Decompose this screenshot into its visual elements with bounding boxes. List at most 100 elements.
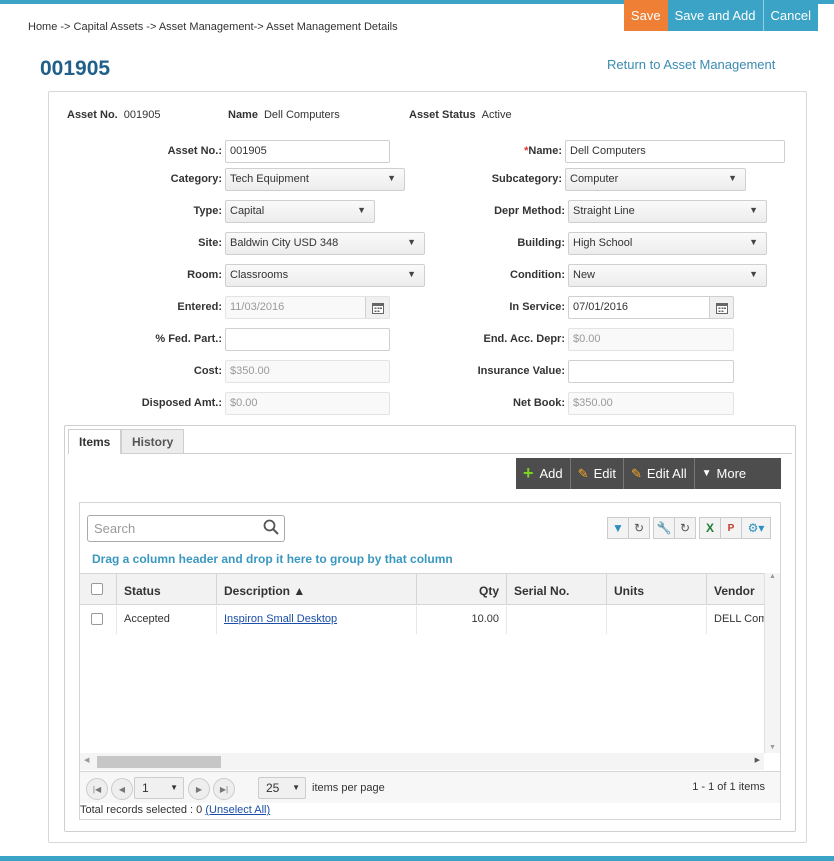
summary-name-label: Name — [228, 109, 258, 121]
chevron-down-icon: ▼ — [749, 237, 758, 247]
more-label: More — [716, 466, 747, 481]
summary-status-label: Asset Status — [409, 109, 476, 121]
chevron-down-icon: ▼ — [292, 783, 300, 792]
more-button[interactable]: ▼ More — [695, 458, 754, 489]
summary-status: Asset Status Active — [409, 109, 512, 121]
column-header-status[interactable]: Status — [116, 573, 216, 605]
page-size-select[interactable]: 25 ▼ — [258, 777, 306, 799]
room-select[interactable]: Classrooms ▼ — [225, 264, 425, 287]
wrench-icon[interactable]: 🔧 — [653, 517, 675, 539]
last-page-icon[interactable]: ▶| — [213, 778, 235, 800]
pencil-icon: ✎ — [577, 465, 589, 481]
chevron-down-icon: ▼ — [728, 173, 737, 183]
category-label: Category: — [170, 173, 222, 185]
subcategory-label: Subcategory: — [491, 173, 562, 185]
condition-select[interactable]: New ▼ — [568, 264, 767, 287]
prev-page-icon[interactable]: ◀ — [111, 778, 133, 800]
first-page-icon[interactable]: |◀ — [86, 778, 108, 800]
asset-no-input[interactable]: 001905 — [225, 140, 390, 163]
save-button[interactable]: Save — [623, 0, 668, 31]
settings-gear-icon[interactable]: ⚙▾ — [741, 517, 771, 539]
disposed-amt-input[interactable]: $0.00 — [225, 392, 390, 415]
scroll-up-arrow-icon[interactable]: ▲ — [765, 573, 780, 580]
subcategory-value: Computer — [570, 173, 619, 185]
column-header-description[interactable]: Description ▲ — [216, 573, 416, 605]
entered-label: Entered: — [177, 301, 222, 313]
search-icon[interactable] — [263, 519, 279, 538]
page-number-value: 1 — [142, 781, 149, 795]
edit-label: Edit — [593, 466, 616, 481]
horizontal-scroll-thumb[interactable] — [97, 756, 221, 768]
breadcrumb: Home -> Capital Assets -> Asset Manageme… — [28, 21, 398, 33]
tab-history[interactable]: History — [121, 429, 185, 453]
reset-icon[interactable]: ↻ — [674, 517, 696, 539]
add-button[interactable]: + Add — [516, 458, 571, 489]
row-checkbox-cell — [80, 606, 116, 634]
calendar-icon[interactable] — [709, 297, 733, 318]
edit-all-button[interactable]: ✎ Edit All — [624, 458, 695, 489]
column-header-units[interactable]: Units — [606, 573, 706, 605]
select-all-checkbox[interactable] — [91, 583, 103, 595]
save-and-add-button[interactable]: Save and Add — [667, 0, 764, 31]
calendar-icon[interactable] — [365, 297, 389, 318]
in-service-value: 07/01/2016 — [573, 301, 629, 313]
scroll-right-arrow-icon[interactable]: ▶ — [755, 756, 760, 764]
depr-method-select[interactable]: Straight Line ▼ — [568, 200, 767, 223]
search-input[interactable]: Search — [87, 515, 285, 542]
cancel-button[interactable]: Cancel — [763, 0, 818, 31]
bottom-accent-bar — [0, 856, 834, 861]
site-select[interactable]: Baldwin City USD 348 ▼ — [225, 232, 425, 255]
scroll-down-arrow-icon[interactable]: ▼ — [765, 744, 780, 751]
description-link[interactable]: Inspiron Small Desktop — [224, 613, 337, 625]
end-acc-depr-input[interactable]: $0.00 — [568, 328, 734, 351]
column-header-serial-no[interactable]: Serial No. — [506, 573, 606, 605]
edit-button[interactable]: ✎ Edit — [571, 458, 624, 489]
cell-description: Inspiron Small Desktop — [216, 606, 416, 634]
cell-vendor: DELL Com — [706, 606, 764, 634]
group-by-hint: Drag a column header and drop it here to… — [92, 552, 453, 566]
next-page-icon[interactable]: ▶ — [188, 778, 210, 800]
items-per-page-label: items per page — [312, 782, 385, 794]
page-size-value: 25 — [266, 781, 280, 795]
in-service-date-input[interactable]: 07/01/2016 — [568, 296, 734, 319]
add-label: Add — [539, 466, 563, 481]
chevron-down-icon: ▼ — [170, 783, 178, 792]
site-label: Site: — [198, 237, 222, 249]
building-select[interactable]: High School ▼ — [568, 232, 767, 255]
tab-items[interactable]: Items — [68, 429, 122, 454]
excel-icon[interactable]: X — [699, 517, 721, 539]
summary-status-value: Active — [481, 109, 512, 121]
tab-divider — [68, 453, 792, 454]
scroll-left-arrow-icon[interactable]: ◀ — [84, 756, 89, 764]
records-selected-footer: Total records selected : 0 (Unselect All… — [80, 804, 270, 816]
column-header-vendor[interactable]: Vendor — [706, 573, 764, 605]
summary-asset-no-value: 001905 — [123, 109, 161, 121]
filter-icon[interactable]: ▼ — [607, 517, 629, 539]
records-selected-text: Total records selected : 0 — [80, 804, 203, 816]
entered-date-input[interactable]: 11/03/2016 — [225, 296, 390, 319]
subcategory-select[interactable]: Computer ▼ — [565, 168, 746, 191]
category-select[interactable]: Tech Equipment ▼ — [225, 168, 405, 191]
vertical-scrollbar[interactable]: ▲ ▼ — [764, 573, 780, 753]
cell-qty: 10.00 — [416, 606, 506, 634]
asset-no-label: Asset No.: — [167, 145, 222, 157]
fed-part-label: % Fed. Part.: — [155, 333, 222, 345]
type-select[interactable]: Capital ▼ — [225, 200, 375, 223]
net-book-input[interactable]: $350.00 — [568, 392, 734, 415]
page-number-select[interactable]: 1 ▼ — [134, 777, 184, 799]
insurance-value-input[interactable] — [568, 360, 734, 383]
row-checkbox[interactable] — [91, 613, 103, 625]
pdf-icon[interactable]: P — [720, 517, 742, 539]
fed-part-input[interactable] — [225, 328, 390, 351]
grid-toolbar: + Add ✎ Edit ✎ Edit All ▼ More — [516, 458, 781, 489]
summary-name-value: Dell Computers — [263, 109, 340, 121]
cost-input[interactable]: $350.00 — [225, 360, 390, 383]
chevron-down-icon: ▼ — [749, 269, 758, 279]
return-to-asset-management-link[interactable]: Return to Asset Management — [607, 57, 775, 72]
chevron-down-icon: ▼ — [407, 269, 416, 279]
name-input[interactable]: Dell Computers — [565, 140, 785, 163]
unselect-all-link[interactable]: (Unselect All) — [205, 804, 270, 816]
clear-filter-icon[interactable]: ↻ — [628, 517, 650, 539]
column-header-qty[interactable]: Qty — [416, 573, 506, 605]
net-book-label: Net Book: — [513, 397, 565, 409]
